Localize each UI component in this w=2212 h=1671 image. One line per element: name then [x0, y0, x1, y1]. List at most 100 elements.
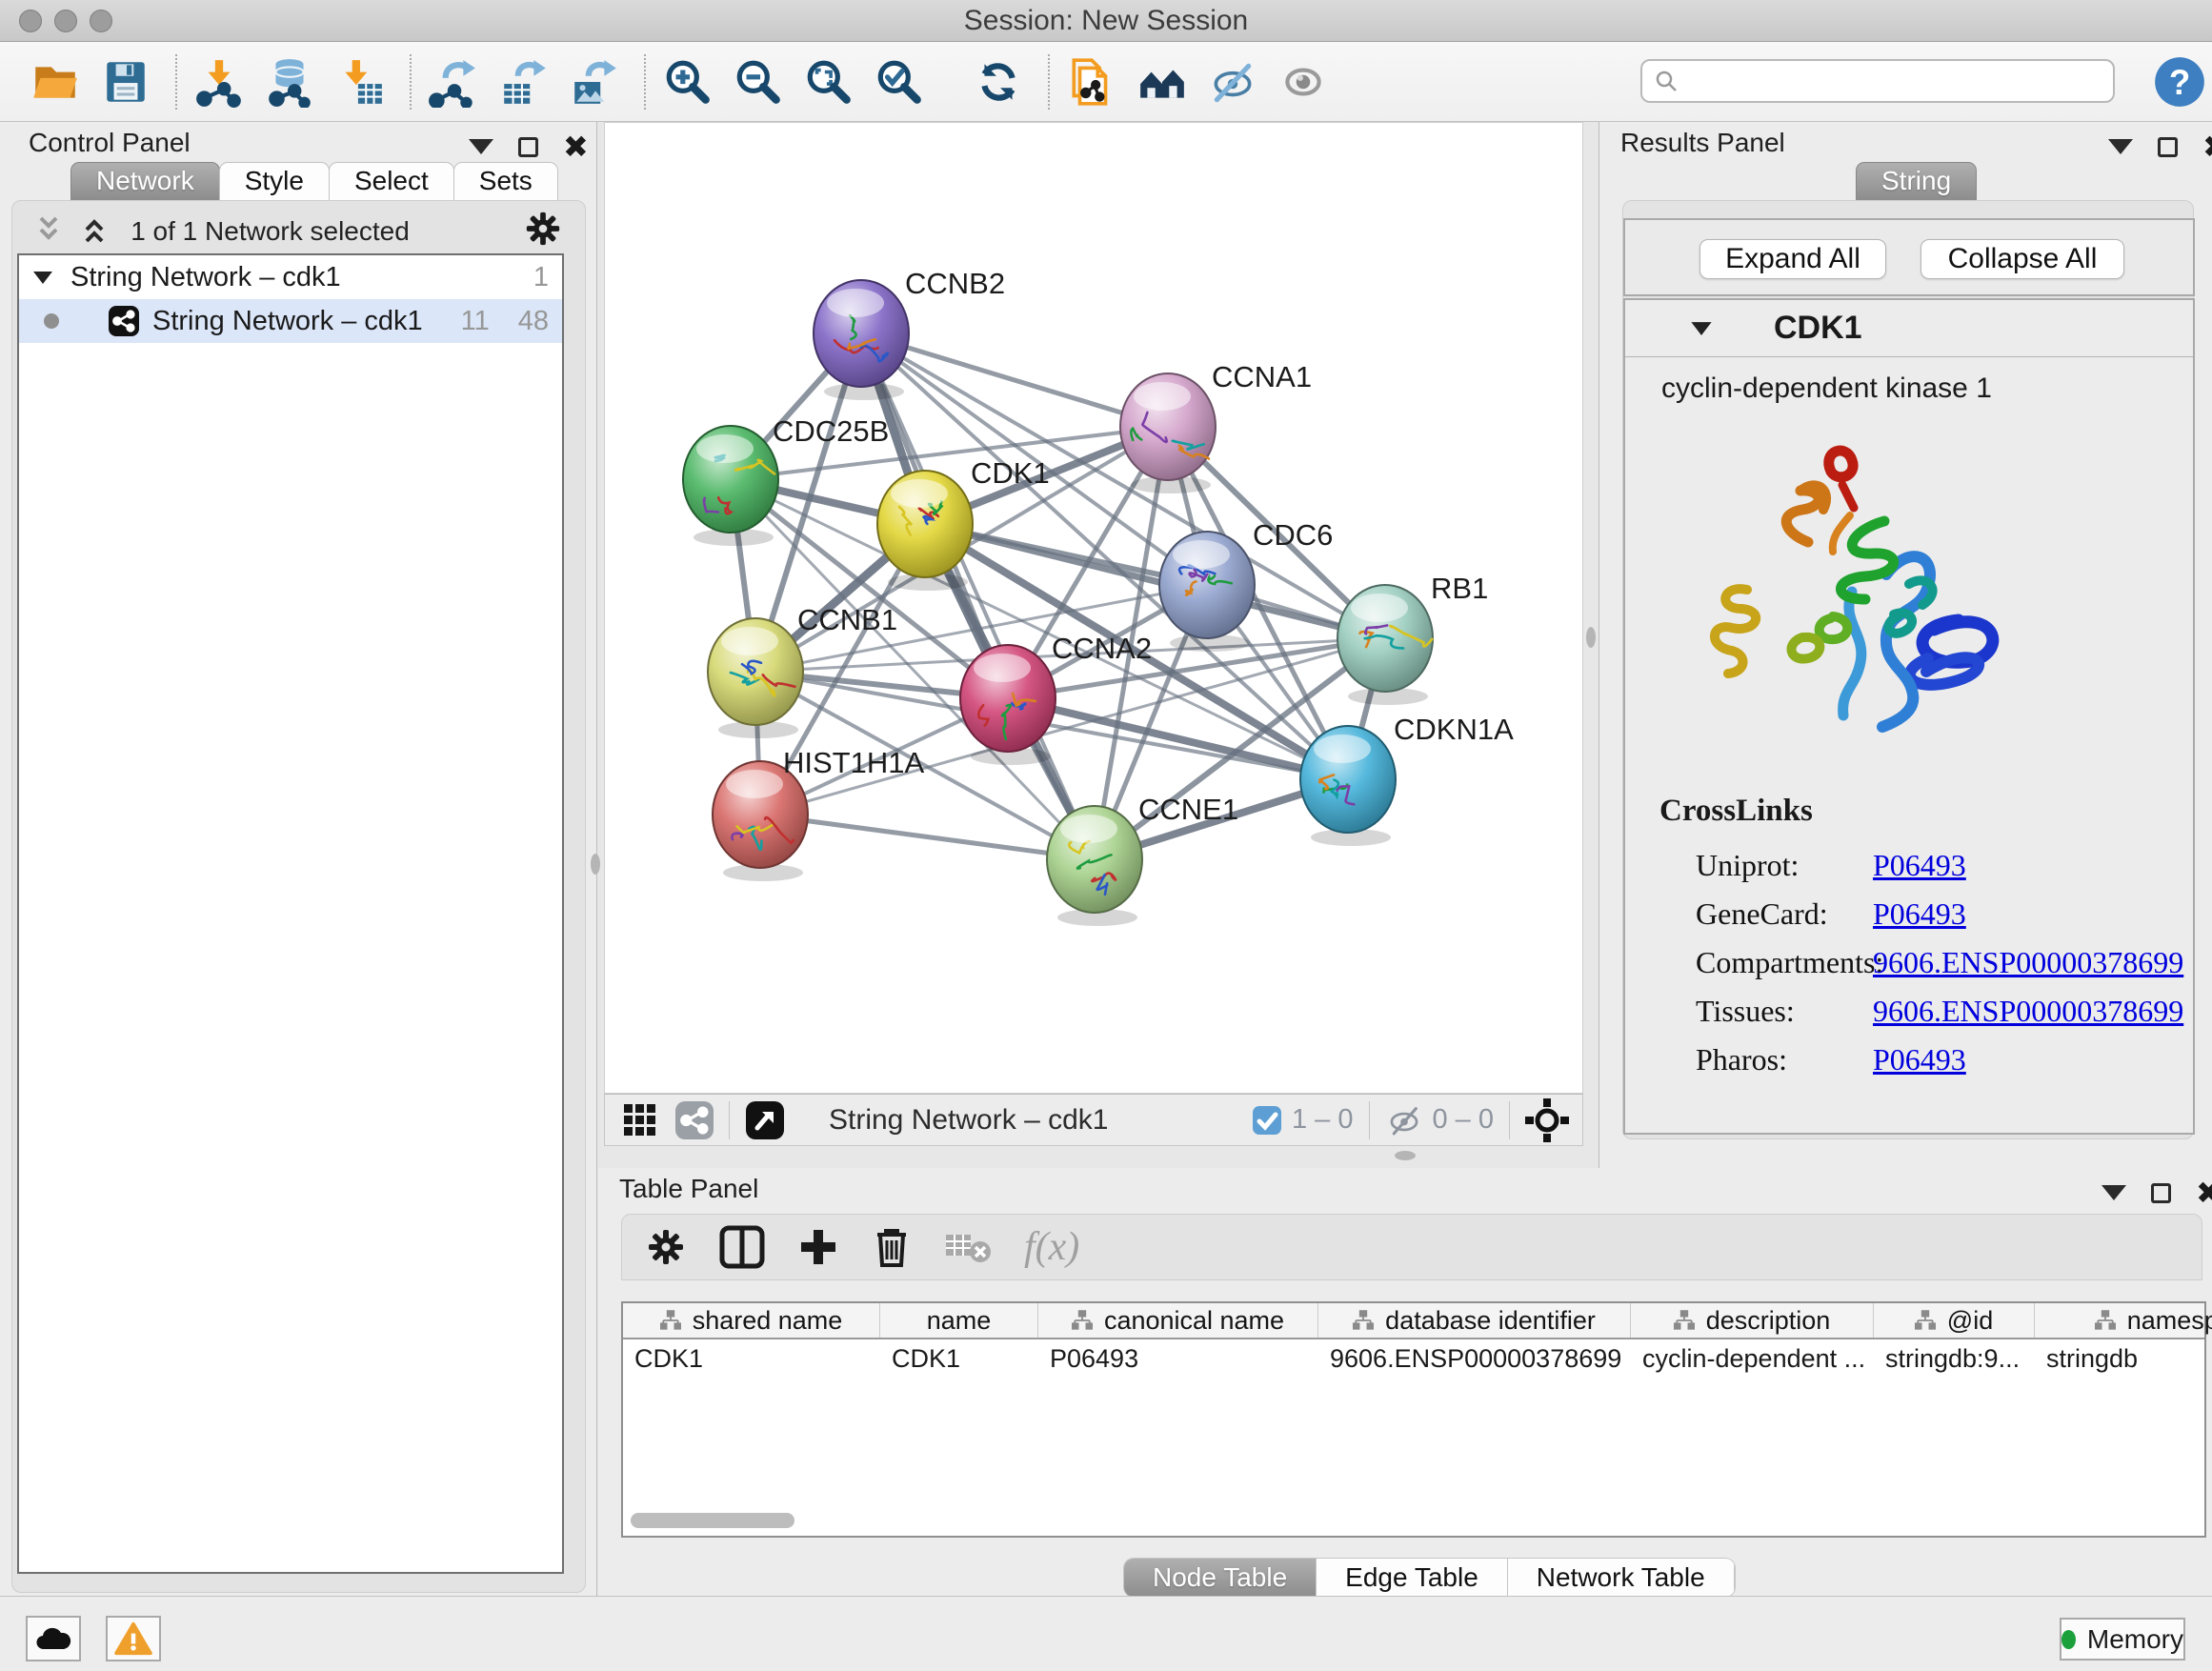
node-CCNE1[interactable] [1047, 806, 1142, 926]
show-columns-icon[interactable] [719, 1225, 765, 1269]
tab-select[interactable]: Select [329, 162, 454, 200]
grid-view-icon[interactable] [622, 1102, 658, 1138]
control-panel-maximize-icon[interactable] [518, 137, 538, 157]
toolbar-search-field[interactable] [1640, 59, 2115, 103]
table-panel-close-icon[interactable]: ✖ [2196, 1178, 2212, 1208]
table-panel-maximize-icon[interactable] [2151, 1183, 2171, 1203]
show-all-button[interactable] [1206, 51, 1259, 112]
control-panel-tabs: NetworkStyleSelectSets [70, 162, 557, 200]
edge-CCNB2-CCNE1[interactable] [861, 333, 1095, 859]
zoom-in-button[interactable] [661, 51, 714, 112]
hidden-node-edge-counts: 0 – 0 [1433, 1104, 1495, 1136]
column-header-name[interactable]: name [880, 1303, 1038, 1338]
section-collapse-icon[interactable] [1690, 320, 1713, 336]
zoom-selected-button[interactable] [873, 51, 926, 112]
node-RB1[interactable] [1337, 585, 1433, 705]
node-CCNA1[interactable] [1120, 373, 1216, 493]
results-panel-close-icon[interactable]: ✖ [2202, 131, 2212, 162]
column-header-database-identifier[interactable]: database identifier [1318, 1303, 1631, 1338]
horizontal-scrollbar-thumb[interactable] [631, 1513, 794, 1528]
tree-expand-icon[interactable] [32, 270, 53, 285]
column-header-shared-name[interactable]: shared name [623, 1303, 880, 1338]
memory-button[interactable]: Memory [2060, 1618, 2185, 1661]
edge-HIST1H1A-CCNE1[interactable] [760, 815, 1095, 859]
crosslink-link-compartments-[interactable]: 9606.ENSP00000378699 [1873, 945, 2183, 980]
node-CCNB1[interactable] [708, 618, 803, 738]
control-panel-close-icon[interactable]: ✖ [563, 131, 589, 162]
export-network-button[interactable] [427, 51, 480, 112]
node-label-CCNE1: CCNE1 [1138, 793, 1238, 826]
crosslink-link-tissues-[interactable]: 9606.ENSP00000378699 [1873, 994, 2183, 1029]
cloud-button[interactable] [26, 1616, 81, 1661]
expand-all-button[interactable]: Expand All [1699, 239, 1886, 279]
svg-text:?: ? [2169, 63, 2190, 102]
open-session-button[interactable] [29, 51, 82, 112]
import-network-file-button[interactable] [192, 51, 246, 112]
node-CCNB2[interactable] [814, 280, 909, 400]
network-collection-row[interactable]: String Network – cdk1 1 [19, 255, 562, 299]
attribute-fork-icon [1674, 1310, 1695, 1331]
birdseye-view-icon[interactable] [745, 1100, 785, 1140]
toolbar-separator [410, 54, 412, 110]
tab-node-table[interactable]: Node Table [1124, 1559, 1317, 1597]
tab-sets[interactable]: Sets [453, 162, 558, 200]
column-header--id[interactable]: @id [1874, 1303, 2035, 1338]
cdk1-section-header[interactable]: CDK1 [1625, 300, 2193, 357]
footer-network-name: String Network – cdk1 [829, 1104, 1108, 1137]
column-header-namespace[interactable]: namespace [2035, 1303, 2212, 1338]
table-settings-gear-icon[interactable] [645, 1226, 687, 1268]
network-share-view-icon[interactable] [675, 1101, 714, 1139]
zoom-fit-button[interactable] [802, 51, 855, 112]
network-list: String Network – cdk1 1 String Network –… [17, 253, 564, 1574]
cell--id: stringdb:9... [1874, 1339, 2035, 1378]
column-header-canonical-name[interactable]: canonical name [1038, 1303, 1318, 1338]
right-splitter-grip[interactable] [1586, 627, 1596, 648]
left-splitter-grip[interactable] [591, 854, 600, 875]
tab-network-table[interactable]: Network Table [1508, 1559, 1735, 1597]
network-row-selected[interactable]: String Network – cdk1 11 48 [19, 299, 562, 343]
help-button[interactable]: ? [2153, 55, 2206, 109]
tab-edge-table[interactable]: Edge Table [1317, 1559, 1508, 1597]
horizontal-splitter-grip[interactable] [1395, 1151, 1416, 1160]
crosslink-link-pharos-[interactable]: P06493 [1873, 1042, 1966, 1077]
export-image-button[interactable] [568, 51, 621, 112]
add-column-plus-icon[interactable] [797, 1226, 839, 1268]
cloud-icon [34, 1624, 72, 1653]
crosslink-link-genecard-[interactable]: P06493 [1873, 896, 1966, 932]
attribute-fork-icon [1353, 1310, 1374, 1331]
results-panel-float-icon[interactable] [2108, 139, 2133, 154]
import-table-file-button[interactable] [333, 51, 387, 112]
network-canvas[interactable]: CCNB2CCNA1CDC25BCDK1CDC6RB1CCNB1CCNA2CDK… [604, 122, 1583, 1094]
save-session-button[interactable] [99, 51, 152, 112]
results-panel-maximize-icon[interactable] [2158, 137, 2178, 157]
collapse-all-button[interactable]: Collapse All [1920, 239, 2124, 279]
network-graph[interactable]: CCNB2CCNA1CDC25BCDK1CDC6RB1CCNB1CCNA2CDK… [605, 123, 1582, 1093]
zoom-out-button[interactable] [732, 51, 785, 112]
selected-checkbox-icon[interactable] [1252, 1105, 1282, 1136]
control-panel-float-icon[interactable] [469, 139, 493, 154]
import-network-database-button[interactable] [263, 51, 316, 112]
crosslink-link-uniprot-[interactable]: P06493 [1873, 848, 1966, 883]
export-table-button[interactable] [497, 51, 551, 112]
warnings-button[interactable] [106, 1616, 161, 1661]
tab-network[interactable]: Network [70, 162, 220, 200]
home-button[interactable] [1136, 51, 1189, 112]
network-options-gear-icon[interactable] [523, 209, 563, 249]
node-label-CDK1: CDK1 [971, 456, 1050, 490]
refresh-button[interactable] [972, 51, 1025, 112]
search-input[interactable] [1679, 61, 2113, 101]
string-import-button[interactable] [1065, 51, 1118, 112]
fit-selected-crosshair-icon[interactable] [1525, 1098, 1569, 1142]
node-label-CDKN1A: CDKN1A [1394, 713, 1514, 746]
table-row[interactable]: CDK1CDK1P064939606.ENSP00000378699cyclin… [623, 1339, 2204, 1378]
node-CDC25B[interactable] [683, 426, 778, 546]
tab-style[interactable]: Style [219, 162, 330, 200]
node-CDKN1A[interactable] [1300, 726, 1396, 846]
network-collection-label: String Network – cdk1 [70, 262, 341, 293]
column-header-description[interactable]: description [1631, 1303, 1874, 1338]
table-panel-float-icon[interactable] [2101, 1185, 2126, 1200]
delete-column-trash-icon[interactable] [872, 1225, 912, 1269]
column-label: name [927, 1306, 992, 1336]
preview-button[interactable] [1277, 51, 1330, 112]
tab-string[interactable]: String [1856, 162, 1977, 200]
